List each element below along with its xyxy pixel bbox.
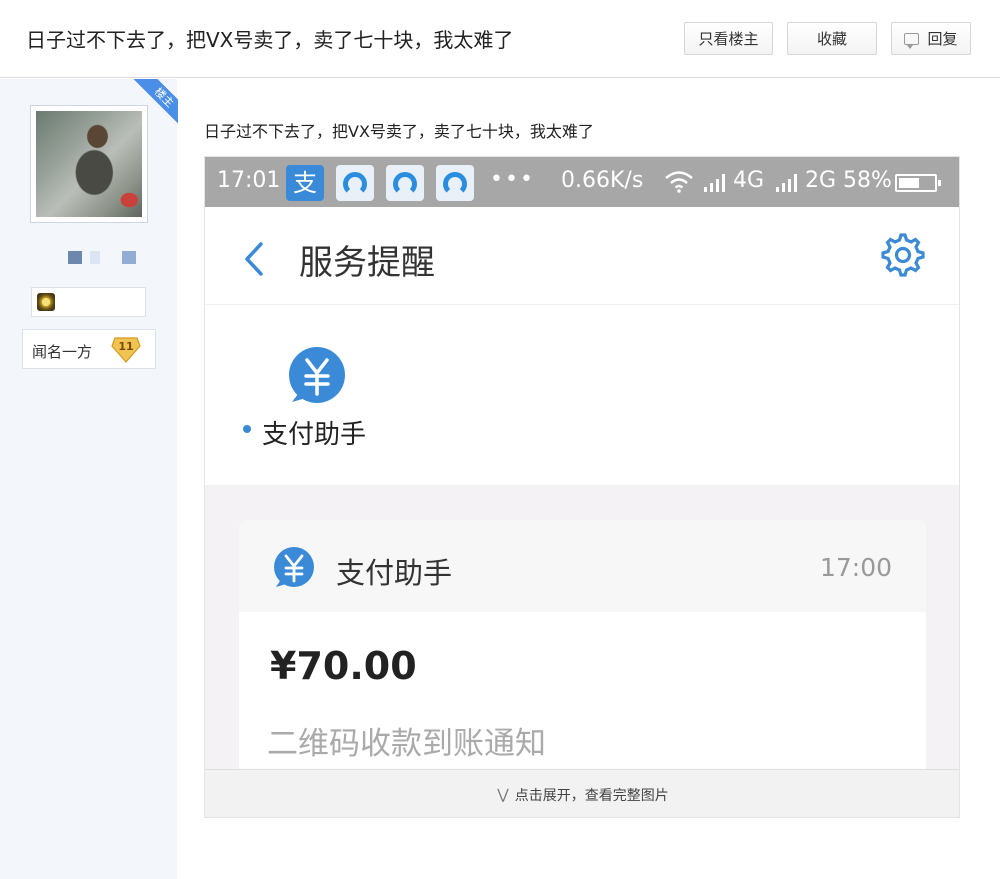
level-badge-icon: 11 bbox=[111, 337, 141, 363]
sender-name: 支付助手 bbox=[262, 420, 367, 450]
reply-label: 回复 bbox=[927, 30, 958, 48]
username-blurred[interactable] bbox=[68, 251, 136, 265]
thread-header: 日子过不下去了，把VX号卖了，卖了七十块，我太难了 只看楼主 收藏 回复 bbox=[0, 0, 1000, 78]
chevron-down-icon: ⋁ bbox=[497, 786, 509, 803]
card-header: 支付助手 17:00 bbox=[239, 520, 926, 612]
back-icon[interactable] bbox=[243, 241, 265, 277]
post-screenshot[interactable]: 17:01 支 ••• 0.66K/s 4G 2G 58% 服务提醒 支付助手 … bbox=[204, 156, 960, 818]
medal-slot[interactable] bbox=[31, 287, 146, 317]
more-indicator: ••• bbox=[490, 167, 535, 192]
signal-2g: 2G bbox=[805, 168, 837, 193]
medal-icon bbox=[37, 293, 55, 311]
q-app-icon bbox=[336, 165, 374, 201]
battery-percent: 58% bbox=[843, 168, 892, 193]
gear-icon[interactable] bbox=[881, 233, 925, 277]
nav-title: 服务提醒 bbox=[299, 243, 435, 283]
expand-image-button[interactable]: ⋁ 点击展开，查看完整图片 bbox=[205, 769, 959, 817]
status-time: 17:01 bbox=[217, 168, 281, 193]
wifi-icon bbox=[665, 171, 693, 193]
reply-icon bbox=[904, 32, 920, 49]
sender-section[interactable]: 支付助手 bbox=[205, 306, 959, 486]
thread-title: 日子过不下去了，把VX号卖了，卖了七十块，我太难了 bbox=[26, 28, 514, 52]
avatar[interactable] bbox=[36, 111, 142, 217]
q-app-icon bbox=[436, 165, 474, 201]
yuan-icon bbox=[289, 347, 345, 403]
expand-label: 点击展开，查看完整图片 bbox=[514, 787, 669, 804]
card-sender: 支付助手 bbox=[336, 556, 453, 590]
favorite-button[interactable]: 收藏 bbox=[787, 22, 877, 55]
signal-icon bbox=[704, 174, 725, 192]
only-op-button[interactable]: 只看楼主 bbox=[684, 22, 773, 55]
card-time: 17:00 bbox=[819, 553, 892, 582]
phone-status-bar: 17:01 支 ••• 0.66K/s 4G 2G 58% bbox=[205, 157, 959, 207]
user-level[interactable]: 闻名一方 11 bbox=[22, 329, 156, 369]
signal-4g: 4G bbox=[733, 168, 765, 193]
level-name: 闻名一方 bbox=[32, 343, 93, 361]
payment-notice: 二维码收款到账通知 bbox=[267, 726, 546, 762]
q-app-icon bbox=[386, 165, 424, 201]
payment-message-card[interactable]: 支付助手 17:00 ¥70.00 二维码收款到账通知 bbox=[239, 520, 926, 780]
level-number: 11 bbox=[118, 340, 133, 353]
yuan-icon bbox=[274, 547, 314, 587]
reply-button[interactable]: 回复 bbox=[891, 22, 971, 55]
payment-amount: ¥70.00 bbox=[270, 644, 417, 688]
avatar-frame[interactable] bbox=[30, 105, 148, 223]
alipay-icon: 支 bbox=[286, 165, 324, 201]
battery-icon bbox=[895, 174, 941, 192]
network-speed: 0.66K/s bbox=[561, 168, 644, 193]
post-text: 日子过不下去了，把VX号卖了，卖了七十块，我太难了 bbox=[204, 122, 594, 141]
signal-icon bbox=[776, 174, 797, 192]
unread-dot bbox=[243, 425, 251, 433]
phone-nav-bar: 服务提醒 bbox=[205, 207, 959, 305]
